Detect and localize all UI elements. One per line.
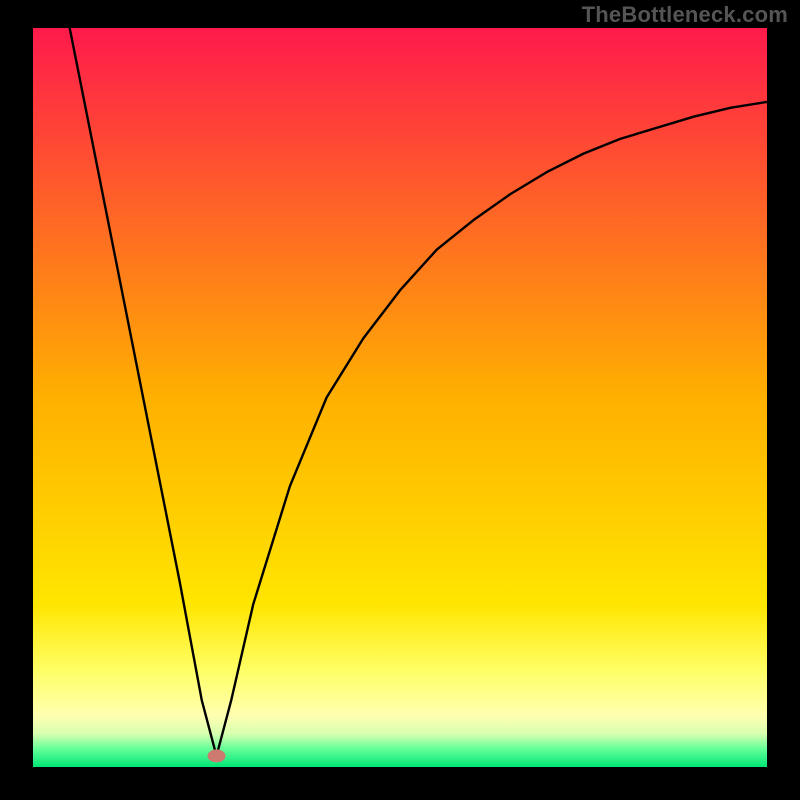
chart-svg — [0, 0, 800, 800]
min-marker — [208, 749, 226, 762]
chart-stage: TheBottleneck.com — [0, 0, 800, 800]
watermark-text: TheBottleneck.com — [582, 2, 788, 28]
